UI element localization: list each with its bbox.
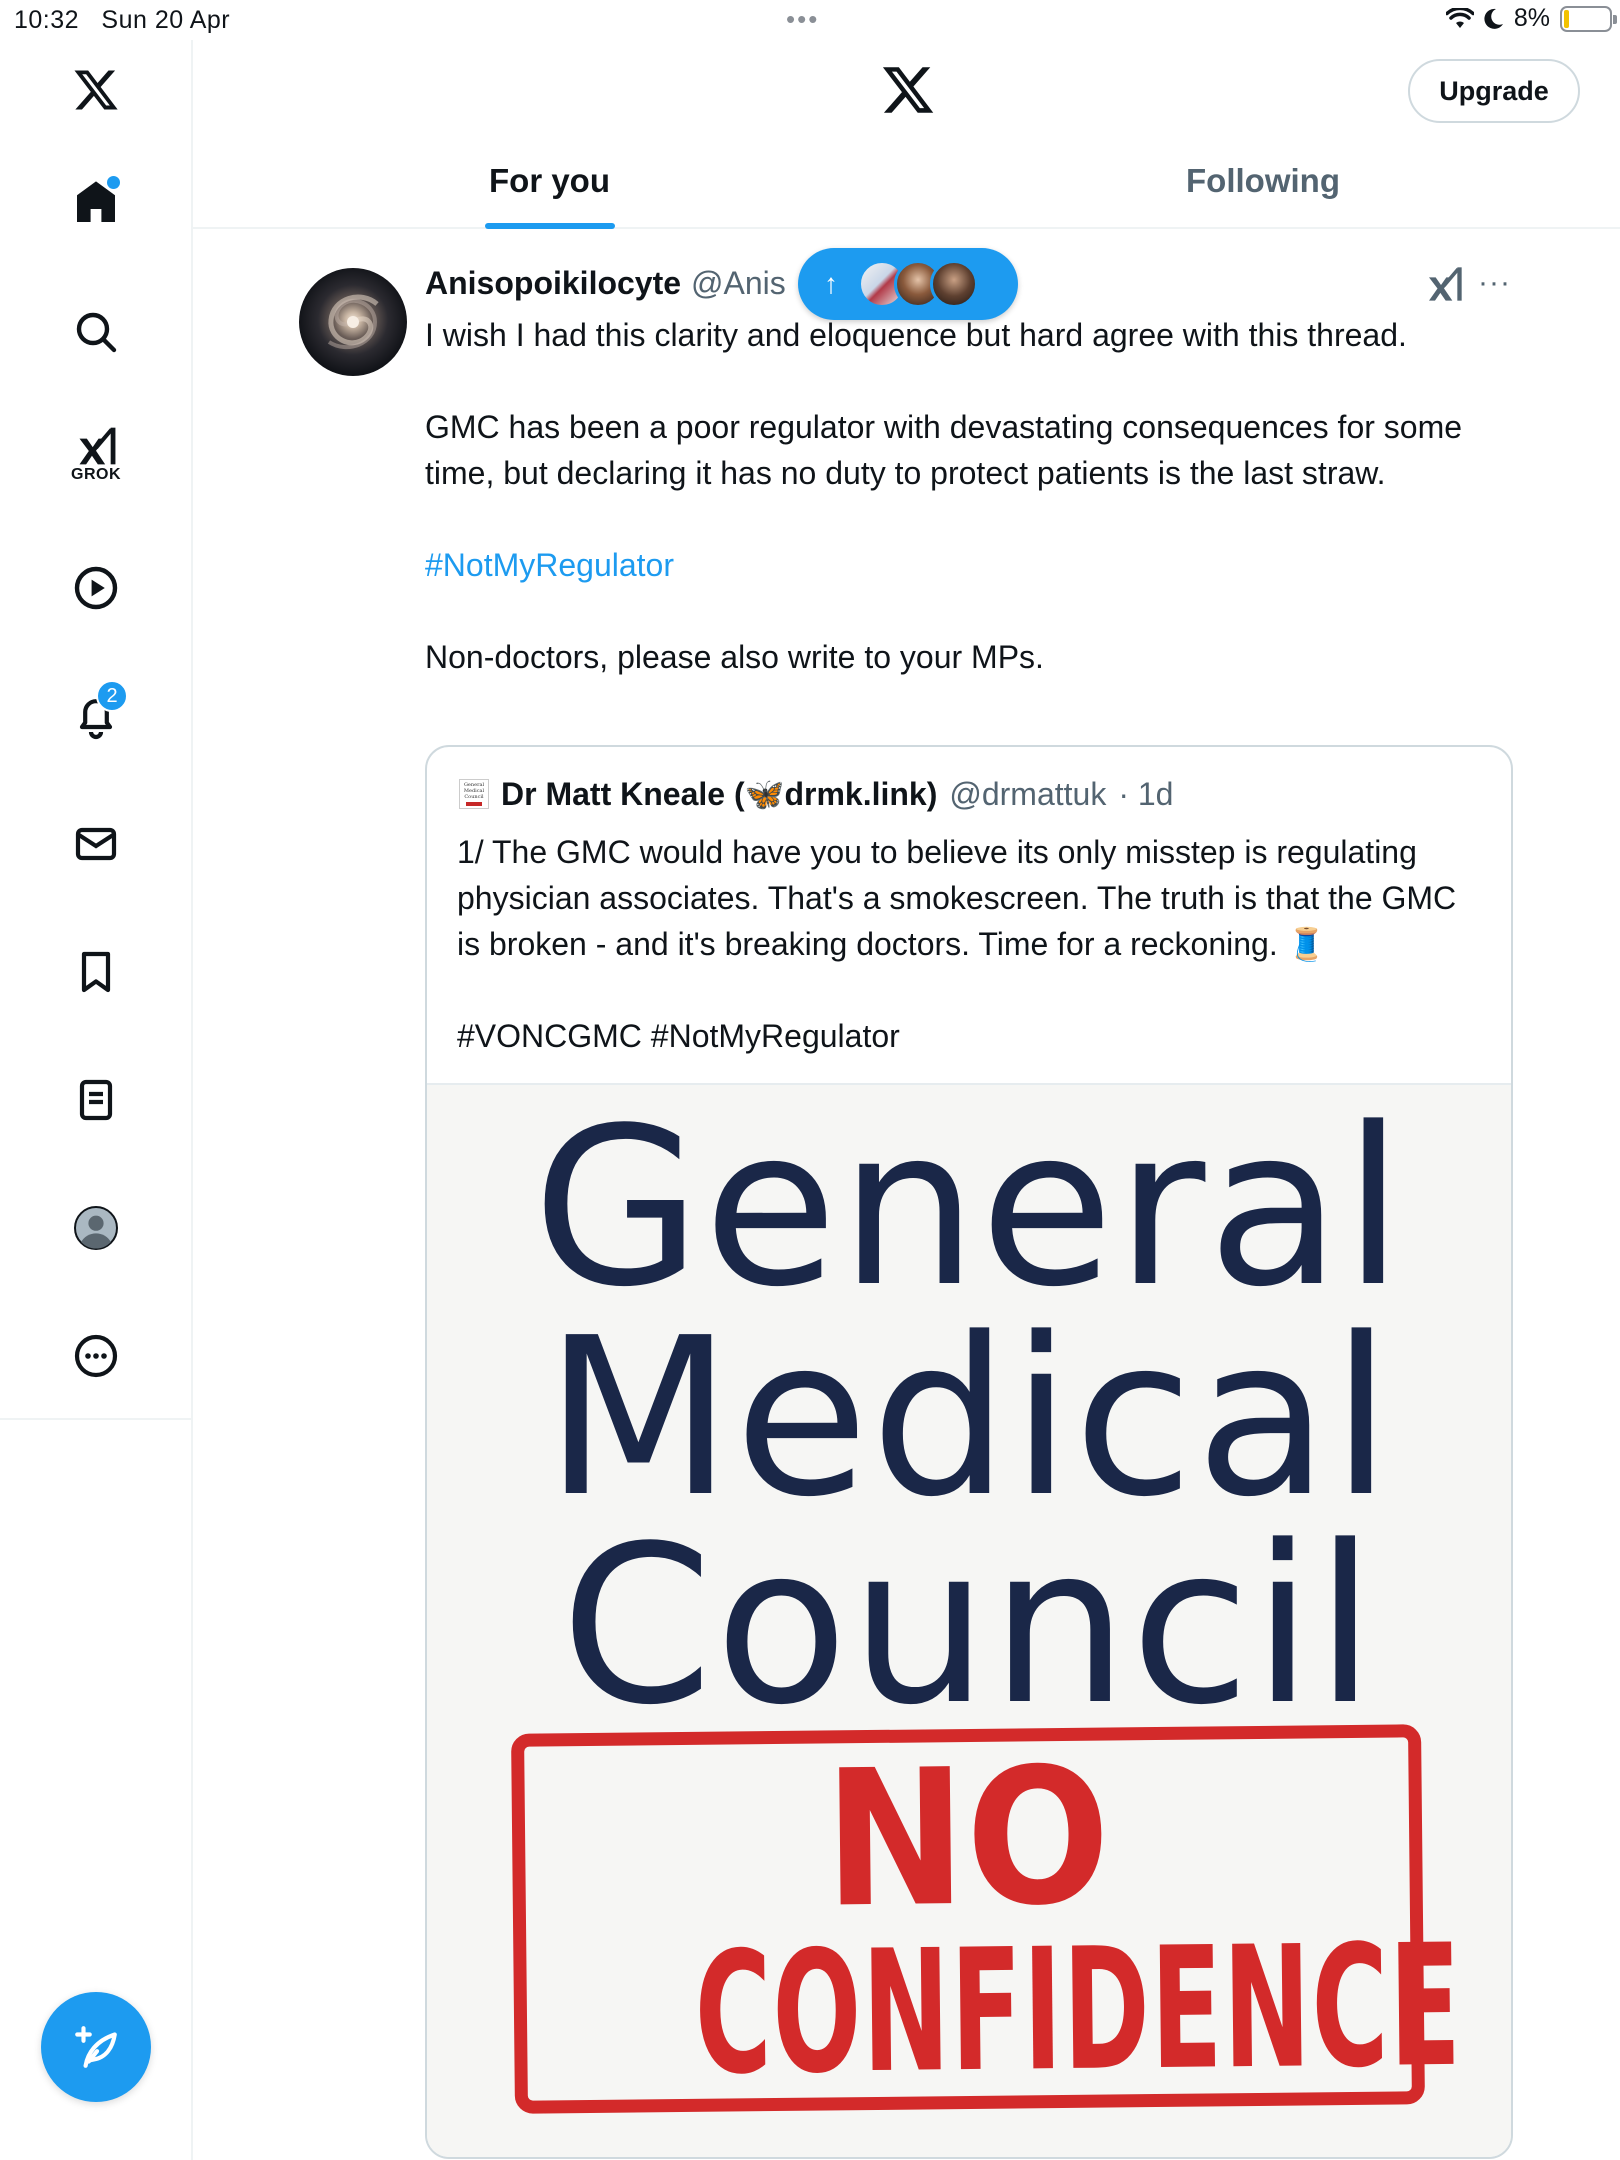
quote-image[interactable]: General Medical Council NO CONFIDENCE	[427, 1082, 1511, 2157]
tweet-paragraph	[425, 496, 1505, 542]
tweet-header: Anisopoikilocyte @Anis	[425, 262, 786, 304]
sidebar-item-grok[interactable]: GROK	[60, 418, 132, 490]
upgrade-button[interactable]: Upgrade	[1408, 59, 1580, 123]
compose-button[interactable]	[41, 1992, 151, 2102]
profile-icon	[74, 1206, 118, 1250]
status-time: 10:32 Sun 20 Apr	[14, 6, 231, 34]
bookmark-icon	[81, 951, 111, 993]
timeline-tabs: For you Following	[193, 150, 1620, 229]
tab-label: For you	[489, 162, 610, 199]
quote-author-name[interactable]: Dr Matt Kneale (🦋drmk.link)	[501, 775, 937, 813]
new-posts-avatars	[858, 260, 978, 308]
quote-paragraph	[457, 967, 1487, 1013]
sidebar-item-messages[interactable]	[60, 808, 132, 880]
quote-hashtags: #VONCGMC #NotMyRegulator	[457, 1018, 900, 1054]
play-icon	[74, 566, 118, 610]
tweet-paragraph: GMC has been a poor regulator with devas…	[425, 409, 1463, 491]
sidebar-item-video[interactable]	[60, 552, 132, 624]
more-icon	[74, 1334, 118, 1378]
sidebar-item-notifications[interactable]: 2	[60, 680, 132, 752]
moon-icon	[1484, 8, 1503, 29]
avatar	[930, 260, 978, 308]
galaxy-avatar-image	[327, 294, 379, 350]
battery-icon	[1560, 5, 1617, 32]
author-handle[interactable]: @Anis	[691, 265, 786, 302]
sidebar-item-more[interactable]	[60, 1320, 132, 1392]
sidebar-item-bookmarks[interactable]	[60, 936, 132, 1008]
tweet-text: I wish I had this clarity and eloquence …	[425, 312, 1505, 680]
sidebar-item-search[interactable]	[60, 296, 132, 368]
list-icon	[79, 1079, 113, 1121]
active-tab-indicator	[484, 223, 615, 229]
quote-timestamp: · 1d	[1118, 775, 1174, 812]
tab-for-you[interactable]: For you	[193, 150, 906, 229]
wifi-icon	[1445, 7, 1474, 28]
x-logo-icon[interactable]	[880, 62, 936, 118]
sidebar: GROK 2	[0, 40, 193, 2160]
quote-text: 1/ The GMC would have you to believe its…	[457, 829, 1487, 1059]
tab-label: Following	[1186, 162, 1340, 199]
grok-icon	[79, 427, 116, 465]
tab-following[interactable]: Following	[906, 150, 1620, 229]
unread-dot	[107, 176, 120, 189]
tweet-paragraph	[425, 358, 1505, 404]
no-confidence-stamp: NO CONFIDENCE	[511, 1724, 1463, 2114]
quote-author-handle[interactable]: @drmattuk	[949, 776, 1106, 813]
notification-badge: 2	[96, 680, 128, 712]
stamp-text: CONFIDENCE	[693, 1907, 1463, 2112]
sidebar-item-home[interactable]	[60, 166, 132, 238]
battery-percent: 8%	[1513, 4, 1550, 32]
sidebar-item-profile[interactable]	[60, 1192, 132, 1264]
search-icon	[76, 312, 117, 353]
image-text-line: Medical	[544, 1292, 1394, 1545]
x-logo-icon[interactable]	[60, 54, 132, 126]
tweet-paragraph	[425, 588, 1505, 634]
quoted-tweet[interactable]: General Medical Council Dr Matt Kneale (…	[425, 745, 1513, 2159]
quote-paragraph: 1/ The GMC would have you to believe its…	[457, 834, 1457, 962]
arrow-up-icon: ↑	[824, 268, 838, 299]
stamp-text: NO	[823, 1727, 1112, 1950]
image-text-line: Council	[560, 1500, 1378, 1753]
avatar: General Medical Council	[459, 779, 489, 809]
grok-icon[interactable]	[1424, 264, 1464, 304]
sidebar-item-label: GROK	[71, 466, 121, 483]
multitasking-dots[interactable]: •••	[786, 4, 819, 35]
avatar[interactable]	[299, 268, 407, 376]
status-bar: 10:32 Sun 20 Apr ••• 8%	[0, 0, 1620, 40]
mail-icon	[75, 827, 117, 861]
compose-icon	[75, 2026, 117, 2068]
sidebar-item-lists[interactable]	[60, 1064, 132, 1136]
tweet-paragraph: Non-doctors, please also write to your M…	[425, 639, 1044, 675]
hashtag-link[interactable]: #NotMyRegulator	[425, 542, 1505, 588]
status-indicators: 8%	[1445, 4, 1617, 33]
quote-header: General Medical Council Dr Matt Kneale (…	[459, 775, 1173, 813]
author-name[interactable]: Anisopoikilocyte	[425, 265, 681, 302]
sidebar-divider	[0, 1418, 191, 1420]
more-options-icon[interactable]: ···	[1478, 266, 1511, 300]
new-posts-pill[interactable]: ↑	[798, 248, 1018, 320]
image-text-line: General	[532, 1082, 1406, 1335]
